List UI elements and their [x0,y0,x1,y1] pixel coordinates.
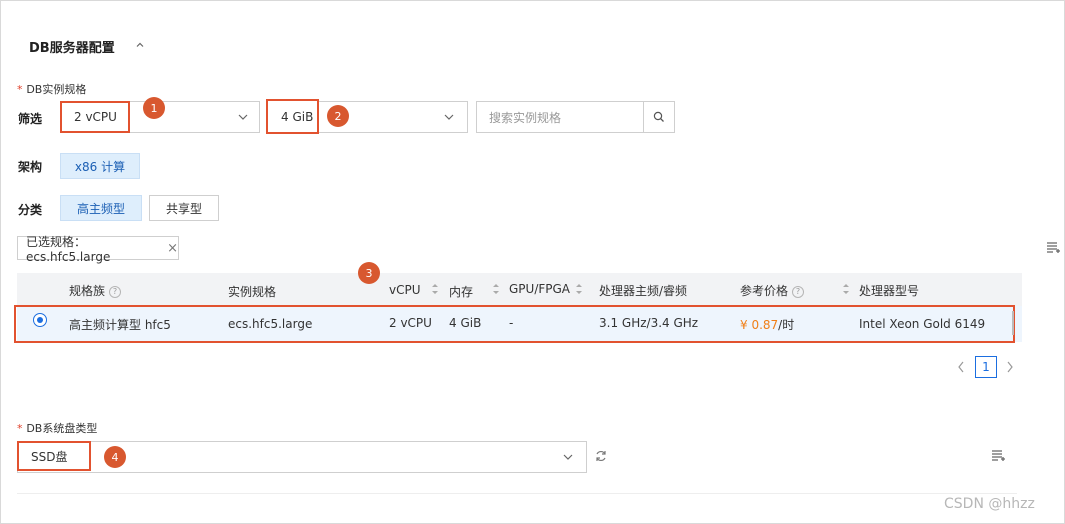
filter-label: 筛选 [18,112,43,126]
cell-gpu: - [509,316,514,330]
arch-label: 架构 [18,160,43,174]
chevron-down-icon [444,114,454,120]
close-icon[interactable]: × [167,241,178,256]
table-header-vcpu: vCPU [389,283,421,297]
search-icon [653,111,664,122]
disk-type-label-text: DB系统盘类型 [26,422,98,435]
help-icon[interactable]: ? [109,285,122,298]
price-unit: /时 [778,318,795,332]
cell-cpu-model: Intel Xeon Gold 6149 [859,317,986,331]
annotation-badge-1: 1 [143,97,165,119]
cell-spec: ecs.hfc5.large [228,317,313,331]
help-icon[interactable]: ? [792,285,805,298]
search-placeholder: 搜索实例规格 [489,110,562,125]
cell-price: ¥ 0.87/时 [740,316,794,333]
instance-spec-label: * DB实例规格 [17,81,86,97]
annotation-badge-4: 4 [104,446,126,468]
cpu-select-value: 2 vCPU [74,110,117,124]
arch-option-x86[interactable]: x86 计算 [60,153,140,179]
cell-memory: 4 GiB [449,316,482,330]
table-header-memory: 内存 [449,285,474,299]
watermark: CSDN @hhzz [944,496,1035,512]
cell-freq: 3.1 GHz/3.4 GHz [599,316,699,330]
table-header-family: 规格族? [69,282,122,299]
spec-search-input[interactable]: 搜索实例规格 [476,101,644,133]
sort-icon[interactable] [842,282,850,296]
required-mark: * [17,422,23,435]
cpu-select-value-highlight: 2 vCPU [60,101,130,133]
disk-type-select[interactable] [17,441,587,473]
annotation-badge-3: 3 [358,262,380,284]
cell-family: 高主频计算型 hfc5 [69,318,171,332]
section-title: DB服务器配置 [29,41,115,56]
sort-icon[interactable] [492,282,500,296]
required-mark: * [17,83,23,96]
disk-type-value: SSD盘 [31,449,68,464]
list-settings-icon[interactable] [1045,240,1061,256]
table-header-freq: 处理器主频/睿频 [599,284,688,298]
divider [17,493,1017,494]
sort-icon[interactable] [575,282,583,296]
chevron-left-icon[interactable] [956,360,966,374]
memory-select-value: 4 GiB [281,109,314,124]
chevron-down-icon [563,454,573,460]
memory-select-value-highlight: 4 GiB [266,99,319,134]
scrollbar[interactable] [1012,311,1014,335]
price-value: ¥ 0.87 [740,318,779,332]
disk-type-label: * DB系统盘类型 [17,420,97,436]
table-header-cpu-model: 处理器型号 [859,284,920,298]
page-button-current[interactable]: 1 [975,356,997,378]
selected-spec-tag: 已选规格：ecs.hfc5.large × [17,235,179,264]
chevron-up-icon[interactable] [135,40,145,50]
sort-icon[interactable] [431,282,439,296]
cell-vcpu: 2 vCPU [389,316,432,330]
instance-spec-label-text: DB实例规格 [26,83,87,96]
category-label: 分类 [18,203,43,217]
chevron-right-icon[interactable] [1005,360,1015,374]
table-header-price: 参考价格? [740,282,805,299]
chevron-down-icon [238,114,248,120]
refresh-icon[interactable] [594,449,608,463]
list-settings-icon[interactable] [990,448,1006,464]
category-option-shared[interactable]: 共享型 [149,195,219,221]
disk-type-value-highlight: SSD盘 [17,441,91,471]
table-header-gpu: GPU/FPGA [509,282,571,296]
selected-spec-text: 已选规格：ecs.hfc5.large [26,234,111,264]
category-option-high-freq[interactable]: 高主频型 [60,195,142,221]
table-header-spec: 实例规格 [228,285,277,299]
row-radio[interactable] [33,313,47,327]
search-button[interactable] [643,101,675,133]
annotation-badge-2: 2 [327,105,349,127]
